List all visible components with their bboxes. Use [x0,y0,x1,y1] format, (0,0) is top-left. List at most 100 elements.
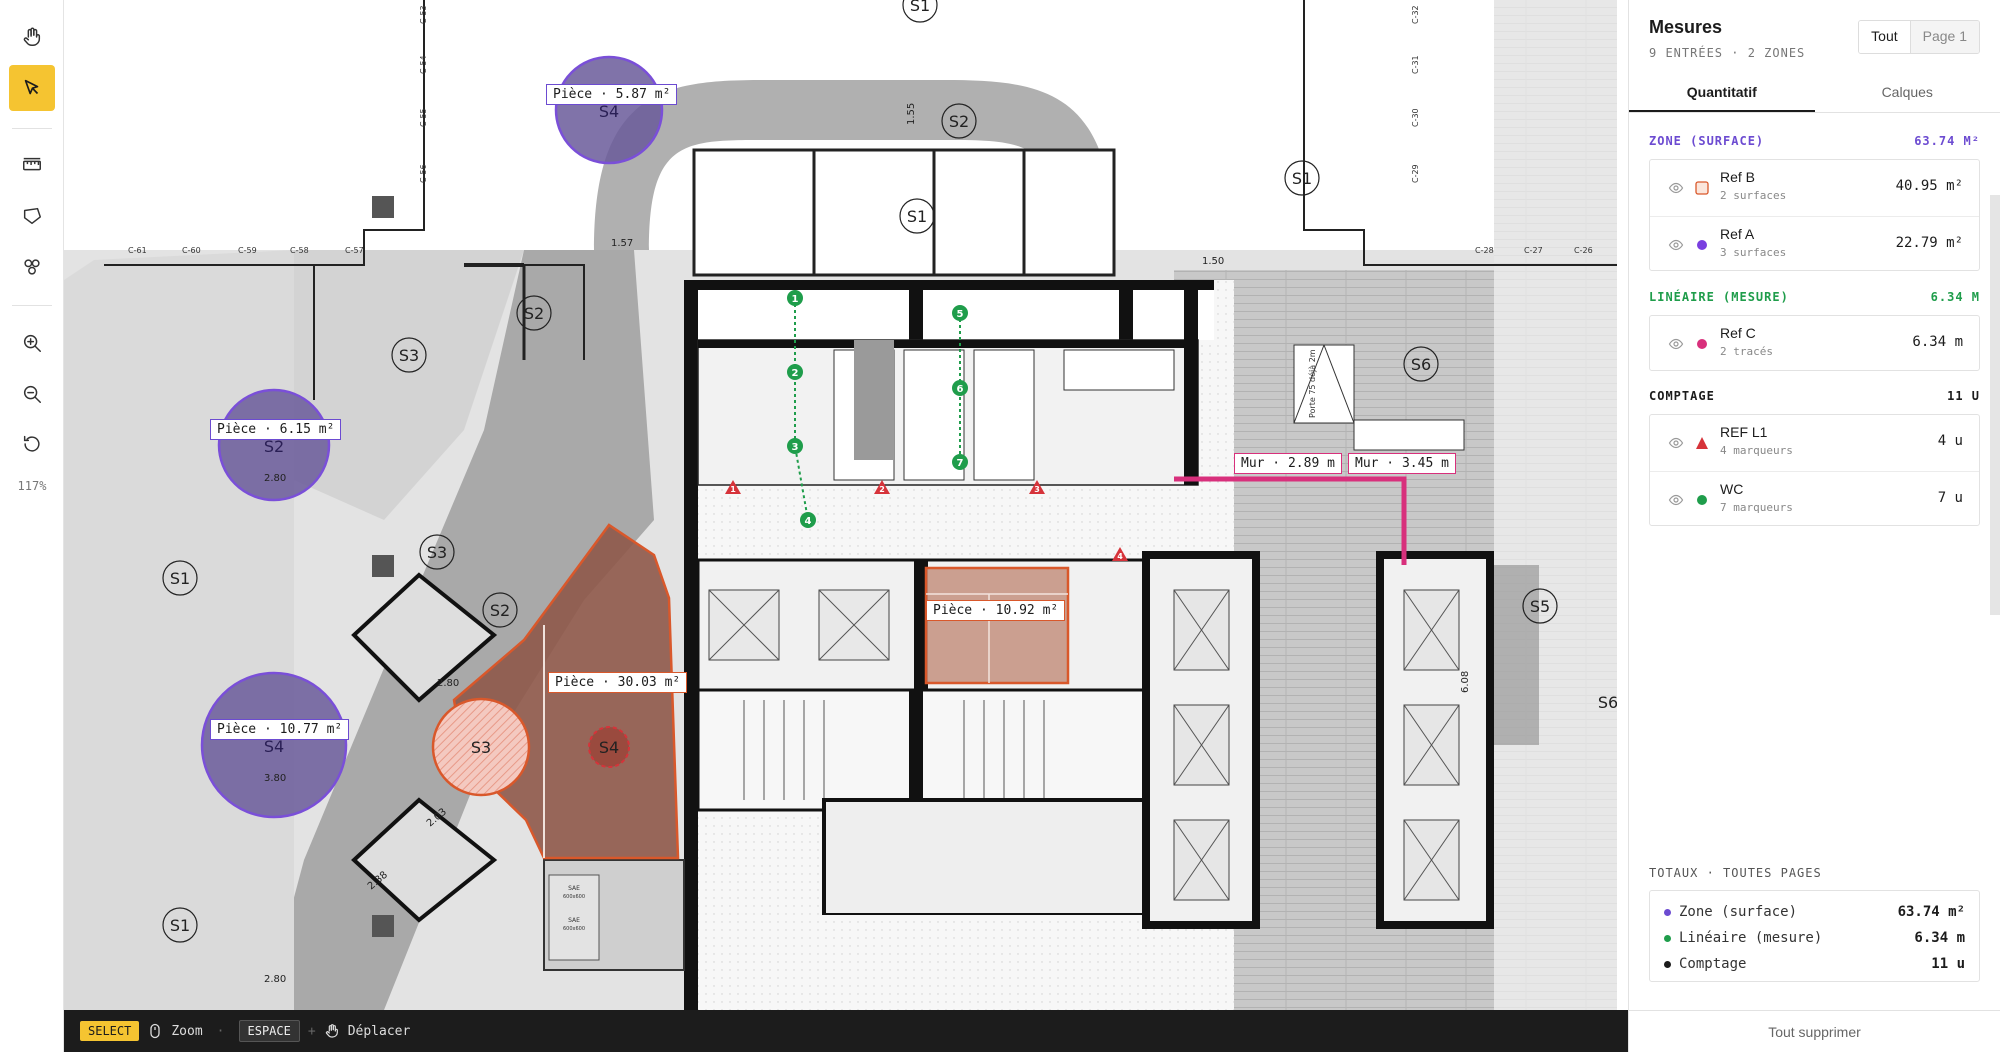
svg-text:S1: S1 [170,569,190,588]
svg-text:5: 5 [957,309,964,320]
svg-text:4: 4 [1117,552,1123,561]
zone-label[interactable]: Pièce · 5.87 m² [546,84,677,105]
measure-subtitle: 4 marqueurs [1720,444,1793,457]
cursor-icon [21,77,43,99]
measure-row[interactable]: Ref A 3 surfaces 22.79 m² [1650,217,1979,273]
linear-measure-button[interactable] [9,142,55,188]
total-row: Comptage 11 u [1664,951,1965,977]
measure-name: Ref B [1720,169,1755,185]
visibility-toggle[interactable] [1668,237,1684,258]
svg-text:1.55: 1.55 [906,103,917,125]
svg-text:2: 2 [879,485,885,494]
panel-tabs: Quantitatif Calques [1629,72,2000,113]
total-row: Linéaire (mesure) 6.34 m [1664,925,1965,951]
total-label: Zone (surface) [1679,904,1797,920]
svg-text:6: 6 [957,384,964,395]
dot-icon [1664,909,1671,916]
hand-icon [324,1023,340,1039]
tab-quantitatif[interactable]: Quantitatif [1629,72,1815,112]
hand-tool-button[interactable] [9,14,55,60]
linear-label[interactable]: Mur · 2.89 m [1234,453,1342,474]
measure-subtitle: 7 marqueurs [1720,501,1793,514]
visibility-toggle[interactable] [1668,336,1684,357]
reset-view-button[interactable] [9,421,55,467]
svg-text:2: 2 [792,368,799,379]
svg-text:C-31: C-31 [1411,55,1420,74]
linear-group: Ref C 2 tracés 6.34 m [1649,315,1980,371]
totals-box: Zone (surface) 63.74 m² Linéaire (mesure… [1649,890,1980,982]
svg-text:6.08: 6.08 [1460,671,1471,693]
zoom-in-button[interactable] [9,320,55,366]
svg-text:C-57: C-57 [345,246,364,255]
measure-row[interactable]: Ref C 2 tracés 6.34 m [1650,316,1979,372]
svg-text:S3: S3 [427,543,447,562]
plan-canvas[interactable]: SAE 600x600 SAE 600x600 Porte 75 déjà 2m [64,0,1617,1010]
svg-text:C-58: C-58 [290,246,309,255]
svg-text:S6: S6 [1598,693,1617,712]
measurements-panel: Mesures 9 ENTRÉES · 2 ZONES Tout Page 1 … [1628,0,2000,1052]
svg-text:S2: S2 [949,112,969,131]
scope-all-button[interactable]: Tout [1859,21,1910,53]
zone-label[interactable]: Pièce · 10.77 m² [210,719,349,740]
eye-icon [1668,237,1684,253]
scope-page-button[interactable]: Page 1 [1911,21,1979,53]
visibility-toggle[interactable] [1668,492,1684,513]
delete-all-button[interactable]: Tout supprimer [1629,1010,2000,1053]
measure-row[interactable]: REF L1 4 marqueurs 4 u [1650,415,1979,472]
square-swatch-icon [1695,181,1709,200]
svg-text:1: 1 [792,294,799,305]
status-bar: SELECT Zoom · ESPACE + Déplacer [64,1010,1628,1052]
zoom-out-button[interactable] [9,371,55,417]
measure-row[interactable]: Ref B 2 surfaces 40.95 m² [1650,160,1979,217]
section-total: 63.74 M² [1914,134,1980,148]
measure-subtitle: 2 surfaces [1720,189,1786,202]
count-tool-button[interactable] [9,244,55,290]
visibility-toggle[interactable] [1668,435,1684,456]
svg-text:C-61: C-61 [128,246,147,255]
total-label: Comptage [1679,956,1746,972]
count-group: REF L1 4 marqueurs 4 u WC 7 marqueurs 7 … [1649,414,1980,526]
zone-label[interactable]: Pièce · 30.03 m² [548,672,687,693]
total-row: Zone (surface) 63.74 m² [1664,899,1965,925]
eye-icon [1668,336,1684,352]
svg-text:S4: S4 [599,738,619,757]
section-header-lineaire: LINÉAIRE (MESURE) 6.34 M [1649,290,1980,304]
linear-label[interactable]: Mur · 3.45 m [1348,453,1456,474]
tab-calques[interactable]: Calques [1815,72,2000,112]
panel-header: Mesures 9 ENTRÉES · 2 ZONES [1649,17,1805,60]
svg-text:S1: S1 [910,0,930,15]
svg-text:C-29: C-29 [1411,164,1420,183]
svg-text:2.80: 2.80 [264,473,286,484]
svg-text:7: 7 [957,458,964,469]
section-header-comptage: COMPTAGE 11 U [1649,389,1980,403]
panel-scrollbar[interactable] [1990,195,2000,615]
space-key-badge: ESPACE [239,1020,300,1042]
select-mode-badge: SELECT [80,1021,139,1041]
svg-text:S5: S5 [1530,597,1550,616]
measure-value: 6.34 m [1912,334,1963,350]
zone-label[interactable]: Pièce · 6.15 m² [210,419,341,440]
visibility-toggle[interactable] [1668,180,1684,201]
section-header-zone: ZONE (SURFACE) 63.74 M² [1649,134,1980,148]
surface-measure-button[interactable] [9,193,55,239]
total-value: 63.74 m² [1898,899,1965,925]
hand-icon [21,26,43,48]
svg-text:C-28: C-28 [1475,246,1494,255]
svg-text:C-26: C-26 [1574,246,1593,255]
select-tool-button[interactable] [9,65,55,111]
svg-text:1.50: 1.50 [1202,256,1224,267]
svg-text:C-32: C-32 [1411,5,1420,24]
total-label: Linéaire (mesure) [1679,930,1822,946]
triangle-swatch-icon [1695,436,1709,455]
svg-text:S3: S3 [399,346,419,365]
svg-text:C-59: C-59 [238,246,257,255]
zone-label[interactable]: Pièce · 10.92 m² [926,600,1065,621]
measure-row[interactable]: WC 7 marqueurs 7 u [1650,472,1979,528]
svg-text:C-60: C-60 [182,246,201,255]
measure-name: Ref A [1720,226,1754,242]
measure-name: REF L1 [1720,424,1767,440]
measure-value: 7 u [1938,490,1963,506]
svg-text:S1: S1 [170,916,190,935]
polygon-icon [21,205,43,227]
floor-plan[interactable]: SAE 600x600 SAE 600x600 Porte 75 déjà 2m [64,0,1617,1010]
